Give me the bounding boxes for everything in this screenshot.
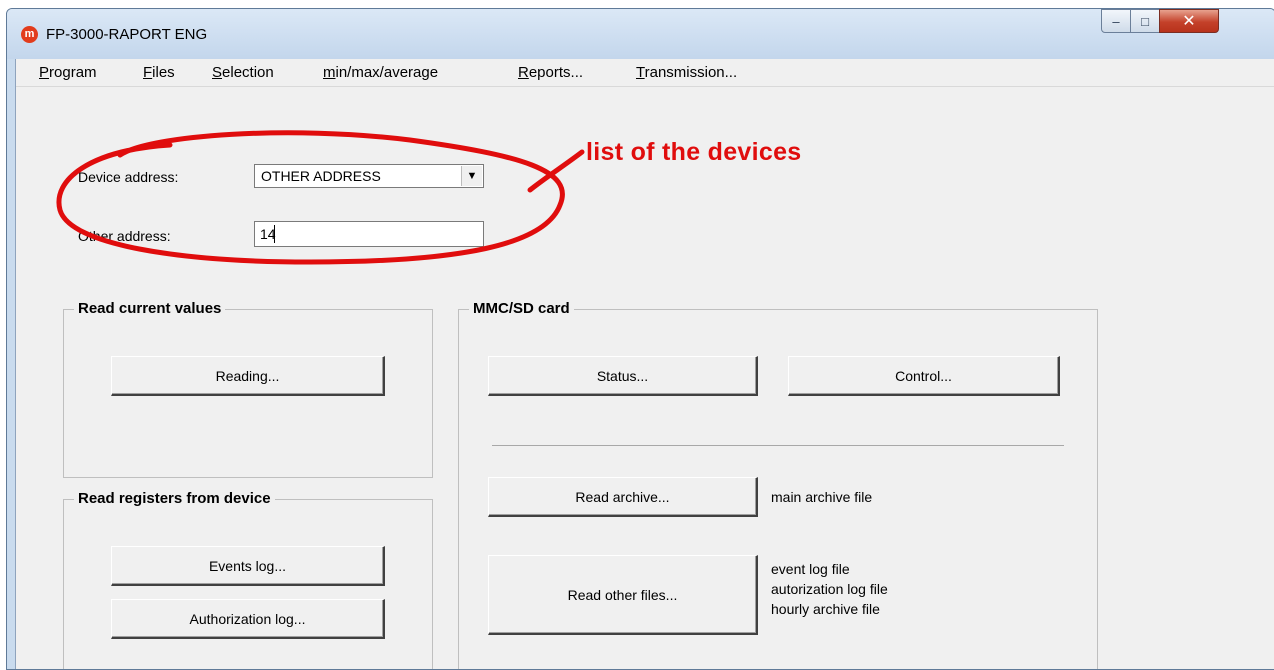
menu-min-max-average[interactable]: min/max/average — [323, 64, 438, 81]
text-caret — [274, 225, 275, 243]
menu-selection[interactable]: Selection — [212, 64, 274, 81]
authorization-log-button[interactable]: Authorization log... — [111, 599, 385, 639]
other-address-input[interactable]: 14 — [254, 221, 484, 247]
chevron-down-icon[interactable]: ▼ — [461, 166, 482, 186]
event-log-file-text: event log file — [771, 561, 850, 577]
maximize-button[interactable]: □ — [1130, 9, 1160, 33]
group-title-mmc: MMC/SD card — [469, 300, 574, 317]
reading-button[interactable]: Reading... — [111, 356, 385, 396]
read-other-files-description: event log file autorization log file hou… — [771, 559, 888, 619]
window-title: FP-3000-RAPORT ENG — [46, 26, 208, 43]
menu-bar: Program Files Selection min/max/average … — [16, 59, 1274, 87]
menu-reports[interactable]: Reports... — [518, 64, 583, 81]
hourly-archive-file-text: hourly archive file — [771, 601, 880, 617]
other-address-label: Other address: — [78, 228, 171, 244]
read-archive-description: main archive file — [771, 489, 873, 505]
app-logo-icon: m — [21, 26, 38, 43]
annotation-label: list of the devices — [586, 138, 802, 166]
read-archive-button[interactable]: Read archive... — [488, 477, 758, 517]
app-window: m FP-3000-RAPORT ENG – □ ✕ Program Files… — [6, 8, 1274, 670]
group-title-current-values: Read current values — [74, 300, 226, 317]
device-address-value: OTHER ADDRESS — [261, 168, 381, 184]
menu-transmission[interactable]: Transmission... — [636, 64, 737, 81]
autorization-log-file-text: autorization log file — [771, 581, 888, 597]
device-address-label: Device address: — [78, 169, 179, 185]
group-title-registers: Read registers from device — [74, 490, 275, 507]
title-bar: m FP-3000-RAPORT ENG – □ ✕ — [7, 9, 1274, 59]
read-other-files-button[interactable]: Read other files... — [488, 555, 758, 635]
control-button[interactable]: Control... — [788, 356, 1060, 396]
menu-program[interactable]: Program — [39, 64, 97, 81]
minimize-button[interactable]: – — [1101, 9, 1131, 33]
device-address-select[interactable]: OTHER ADDRESS ▼ — [254, 164, 484, 188]
status-button[interactable]: Status... — [488, 356, 758, 396]
close-button[interactable]: ✕ — [1159, 9, 1219, 33]
events-log-button[interactable]: Events log... — [111, 546, 385, 586]
separator-line — [492, 445, 1064, 446]
menu-files[interactable]: Files — [143, 64, 175, 81]
